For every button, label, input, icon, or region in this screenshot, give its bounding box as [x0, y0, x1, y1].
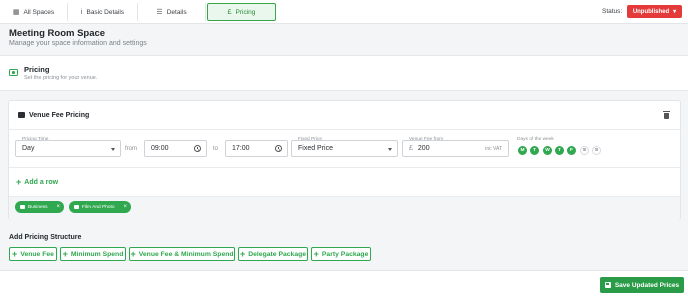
close-icon[interactable]: × — [56, 204, 60, 210]
save-updated-prices-button[interactable]: Save Updated Prices — [600, 277, 684, 293]
save-label: Save Updated Prices — [614, 281, 680, 289]
pricing-section-header — [0, 55, 688, 91]
category-chip-film-and-photo[interactable]: Film And Photo × — [69, 201, 132, 213]
tab-label: Basic Details — [86, 8, 125, 16]
venue-fee-title: Venue Fee Pricing — [29, 112, 90, 119]
tab-label: All Spaces — [23, 8, 55, 16]
day-toggle-monday[interactable]: M — [518, 146, 527, 155]
save-icon — [604, 282, 611, 288]
footer-bar — [0, 270, 688, 296]
camera-icon — [74, 205, 79, 209]
caret-down-icon — [111, 148, 115, 151]
pricing-subtitle: Set the pricing for your venue. — [24, 75, 98, 81]
status-dropdown[interactable]: Unpublished ▾ — [627, 5, 682, 18]
to-time-value: 17:00 — [232, 145, 250, 152]
add-delegate-package-button[interactable]: + Delegate Package — [238, 247, 308, 261]
plus-icon: + — [313, 248, 319, 259]
video-icon — [18, 112, 25, 118]
add-row-button[interactable]: + Add a row — [16, 178, 58, 187]
button-label: Party Package — [321, 250, 369, 258]
venue-fee-value: 200 — [417, 145, 430, 152]
page-title: Meeting Room Space — [9, 28, 106, 39]
money-icon — [9, 69, 18, 76]
day-toggle-friday[interactable]: F — [567, 146, 576, 155]
chip-label: Business — [28, 204, 48, 210]
close-icon[interactable]: × — [124, 204, 128, 210]
tab-pricing[interactable]: £ Pricing — [207, 3, 276, 21]
clock-icon — [194, 145, 201, 152]
pound-icon: £ — [227, 8, 232, 16]
trash-icon[interactable] — [663, 111, 670, 119]
briefcase-icon — [20, 205, 25, 209]
button-label: Minimum Spend — [70, 250, 124, 258]
list-icon: ☰ — [156, 9, 163, 16]
add-venue-fee-button[interactable]: + Venue Fee — [9, 247, 57, 261]
add-minimum-spend-button[interactable]: + Minimum Spend — [60, 247, 126, 261]
add-pricing-structure-title: Add Pricing Structure — [9, 234, 82, 241]
tab-basic-details[interactable]: i Basic Details — [68, 3, 138, 21]
status-value: Unpublished — [632, 8, 670, 15]
status-label: Status: — [602, 8, 623, 15]
tab-details[interactable]: ☰ Details — [138, 3, 206, 21]
pricing-title: Pricing — [24, 65, 50, 74]
day-toggle-wednesday[interactable]: W — [543, 146, 552, 155]
button-label: Venue Fee & Minimum Spend — [138, 250, 234, 258]
day-toggle-sunday[interactable]: S — [592, 146, 601, 155]
from-time-input[interactable]: 09:00 — [144, 140, 207, 157]
from-label: from — [125, 146, 137, 152]
venue-fee-header — [8, 100, 681, 130]
days-of-week-label: Days of the week — [517, 137, 554, 142]
button-label: Delegate Package — [248, 250, 307, 258]
day-toggle-saturday[interactable]: S — [580, 146, 589, 155]
fixed-price-select[interactable]: Fixed Price — [291, 140, 398, 157]
add-party-package-button[interactable]: + Party Package — [311, 247, 371, 261]
grid-icon: ▦ — [12, 9, 20, 16]
plus-icon: + — [130, 248, 136, 259]
caret-down-icon — [388, 148, 392, 151]
day-toggle-tuesday[interactable]: T — [530, 146, 539, 155]
chip-label: Film And Photo — [82, 204, 115, 210]
venue-fee-input[interactable]: £ 200 inc VAT — [402, 140, 509, 157]
page-subtitle: Manage your space information and settin… — [9, 40, 147, 47]
from-time-value: 09:00 — [151, 145, 169, 152]
pricing-time-select[interactable]: Day — [15, 140, 121, 157]
to-time-input[interactable]: 17:00 — [225, 140, 288, 157]
pricing-time-value: Day — [22, 145, 35, 152]
category-chip-business[interactable]: Business × — [15, 201, 64, 213]
tab-label: Details — [166, 8, 187, 16]
plus-icon: + — [239, 248, 246, 259]
clock-icon — [275, 145, 282, 152]
add-venue-fee-minimum-spend-button[interactable]: + Venue Fee & Minimum Spend — [129, 247, 235, 261]
fixed-price-value: Fixed Price — [298, 145, 334, 152]
divider — [9, 167, 680, 168]
to-label: to — [213, 146, 219, 152]
day-toggle-thursday[interactable]: T — [555, 146, 564, 155]
plus-icon: + — [12, 248, 18, 259]
add-row-label: Add a row — [24, 179, 59, 186]
plus-icon: + — [16, 177, 22, 187]
tab-label: Pricing — [235, 8, 256, 16]
plus-icon: + — [62, 248, 68, 259]
info-icon: i — [80, 8, 83, 16]
chevron-down-icon: ▾ — [673, 9, 677, 15]
button-label: Venue Fee — [20, 250, 54, 258]
currency-symbol: £ — [409, 145, 413, 152]
vat-suffix: inc VAT — [485, 146, 502, 152]
tab-all-spaces[interactable]: ▦ All Spaces — [0, 3, 68, 21]
